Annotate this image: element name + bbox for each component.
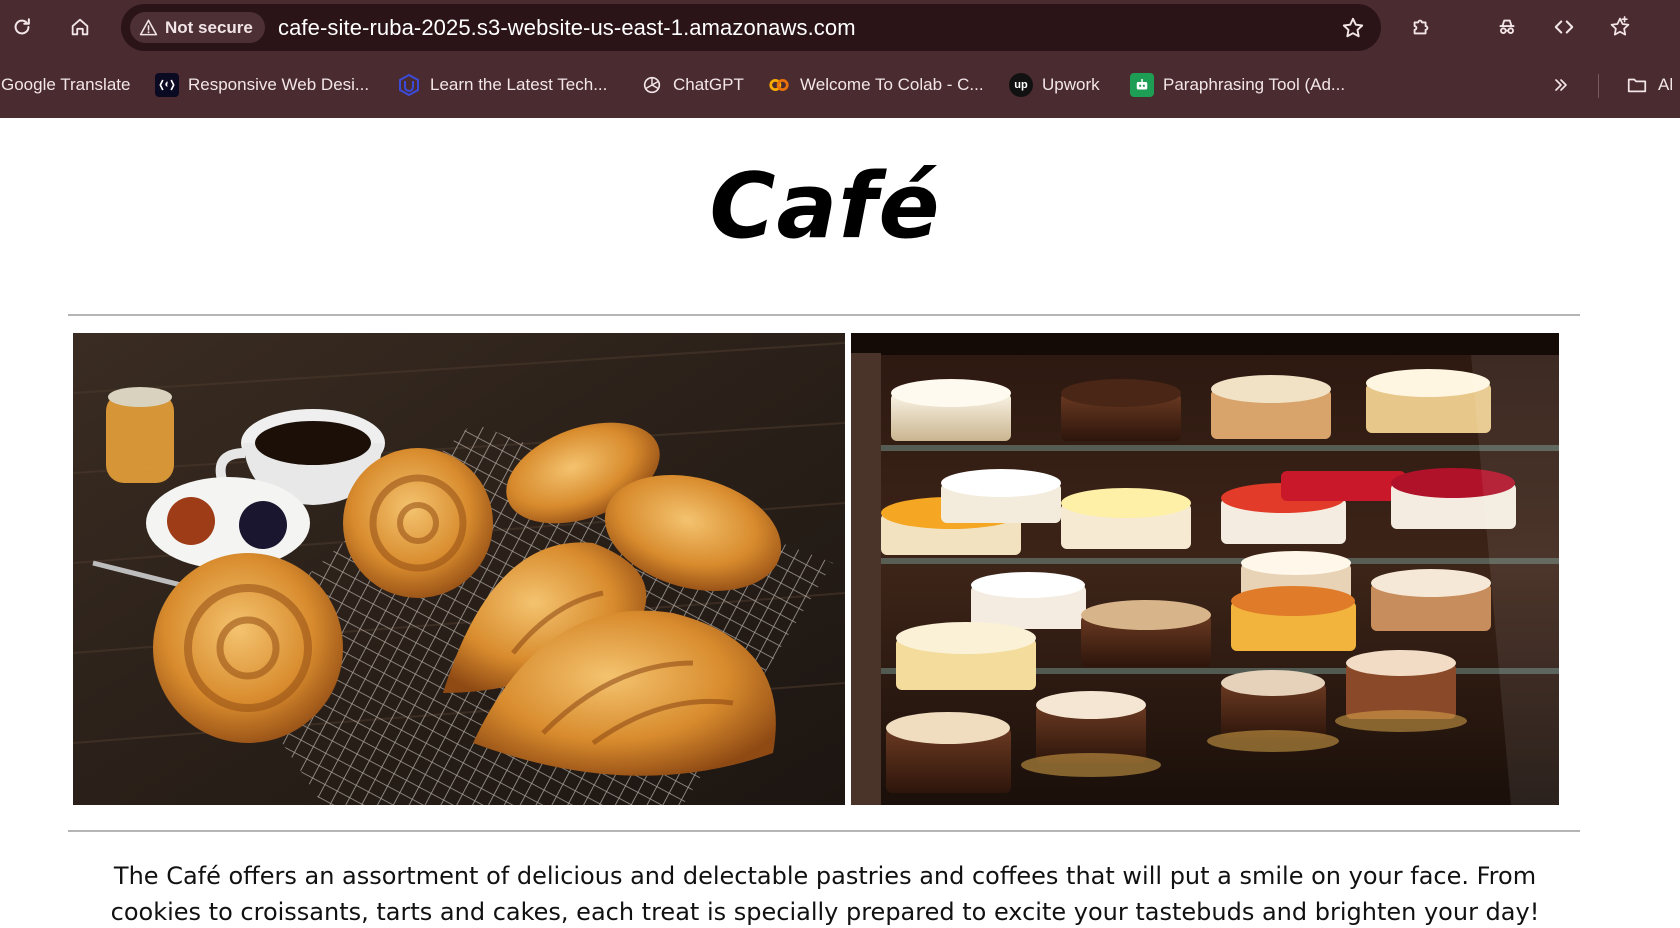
bookmark-label: Learn the Latest Tech...: [430, 75, 608, 94]
reload-icon[interactable]: [4, 9, 40, 45]
security-label: Not secure: [165, 17, 253, 37]
colab-icon: [767, 73, 791, 97]
bookmark-chatgpt[interactable]: ChatGPT: [640, 70, 744, 100]
address-bar[interactable]: Not secure cafe-site-ruba-2025.s3-websit…: [121, 4, 1381, 51]
folder-icon: [1625, 73, 1649, 97]
bookmark-upwork[interactable]: up Upwork: [1009, 70, 1100, 100]
bookmark-colab[interactable]: Welcome To Colab - C...: [767, 70, 984, 100]
bookmarks-bar: Google Translate Responsive Web Desi... …: [0, 62, 1680, 108]
incognito-icon[interactable]: [1489, 9, 1525, 45]
divider-top: [68, 314, 1580, 316]
bookmark-learn-latest-tech[interactable]: Learn the Latest Tech...: [397, 70, 607, 100]
cafe-description: The Café offers an assortment of delicio…: [110, 862, 1540, 926]
bookmark-google-translate[interactable]: Google Translate: [1, 70, 130, 100]
chatgpt-icon: [640, 73, 664, 97]
paraphrasing-icon: [1130, 73, 1154, 97]
security-chip[interactable]: Not secure: [130, 12, 265, 43]
bookmarks-star-icon[interactable]: [1602, 9, 1638, 45]
url-text[interactable]: cafe-site-ruba-2025.s3-website-us-east-1…: [278, 15, 856, 41]
bookmark-star-icon[interactable]: [1341, 16, 1365, 40]
freecodecamp-icon: [155, 73, 179, 97]
bookmark-label: Welcome To Colab - C...: [800, 75, 984, 94]
bookmark-all-bookmarks[interactable]: Al: [1625, 70, 1673, 100]
browser-toolbar: Not secure cafe-site-ruba-2025.s3-websit…: [0, 0, 1680, 54]
bookmark-responsive-web-design[interactable]: Responsive Web Desi...: [155, 70, 369, 100]
bookmark-paraphrasing-tool[interactable]: Paraphrasing Tool (Ad...: [1130, 70, 1345, 100]
udacity-icon: [397, 73, 421, 97]
bookmark-label: Paraphrasing Tool (Ad...: [1163, 75, 1346, 94]
home-icon[interactable]: [62, 9, 98, 45]
warning-icon: [139, 19, 158, 36]
page-content: Café The Café offers an assortment of de…: [0, 118, 1680, 928]
pastries-coffee-photo: [73, 333, 845, 805]
bookmark-label: ChatGPT: [673, 75, 744, 94]
chevron-right-icon[interactable]: [1551, 70, 1571, 100]
bookmark-label: Al: [1658, 75, 1674, 94]
bookmark-label: Upwork: [1042, 75, 1100, 94]
cake-display-case-photo: [851, 333, 1559, 805]
extensions-icon[interactable]: [1403, 9, 1439, 45]
browser-chrome: Not secure cafe-site-ruba-2025.s3-websit…: [0, 0, 1680, 118]
divider-bottom: [68, 830, 1580, 832]
page-title: Café: [709, 154, 941, 259]
bookmark-label: Responsive Web Desi...: [188, 75, 370, 94]
bookmark-label: Google Translate: [1, 75, 131, 94]
bookmarks-divider: [1598, 74, 1599, 98]
upwork-icon: up: [1009, 73, 1033, 97]
code-icon[interactable]: [1546, 9, 1582, 45]
